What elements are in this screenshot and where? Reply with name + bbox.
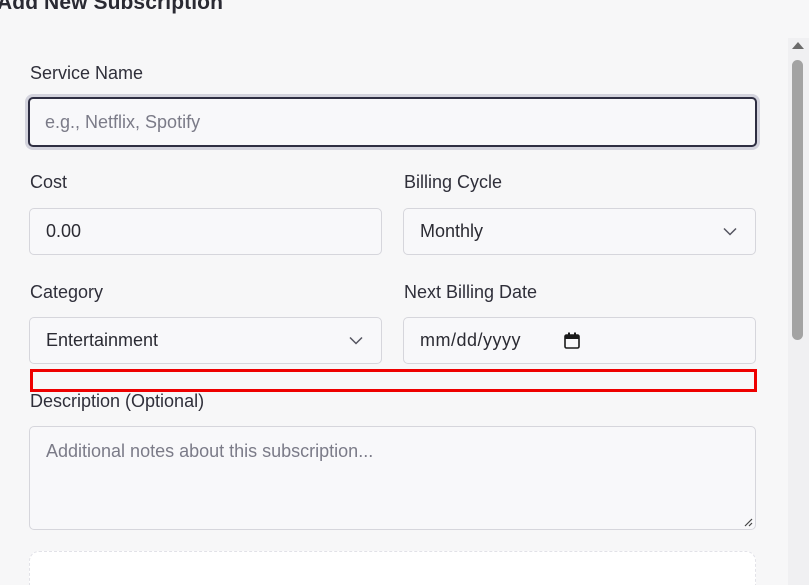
cost-label: Cost [30, 172, 68, 192]
next-billing-date-input[interactable]: mm/dd/yyyy [403, 317, 756, 364]
service-name-label: Service Name [30, 63, 144, 83]
calendar-icon[interactable] [564, 332, 580, 349]
category-selected: Entertainment [46, 330, 159, 350]
cost-value: 0.00 [46, 221, 82, 241]
resize-grip-icon[interactable] [743, 517, 753, 527]
billing-cycle-label: Billing Cycle [404, 172, 503, 192]
chevron-down-icon [349, 336, 363, 345]
add-subscription-dialog: Add New Subscription Service Name e.g., … [0, 0, 809, 585]
service-name-input[interactable]: e.g., Netflix, Spotify [28, 97, 757, 147]
cost-input[interactable]: 0.00 [29, 208, 382, 255]
category-label: Category [30, 282, 104, 302]
description-label: Description (Optional) [30, 391, 205, 411]
scroll-up-arrow-icon[interactable] [792, 42, 804, 49]
dialog-title: Add New Subscription [0, 0, 224, 14]
service-name-placeholder: e.g., Netflix, Spotify [45, 111, 201, 132]
dashed-card [29, 551, 756, 585]
chevron-down-icon [723, 227, 737, 236]
description-textarea[interactable]: Additional notes about this subscription… [29, 426, 756, 530]
next-billing-date-value: mm/dd/yyyy [420, 330, 522, 350]
next-billing-date-label: Next Billing Date [404, 282, 538, 302]
scrollbar-thumb[interactable] [792, 60, 803, 340]
description-placeholder: Additional notes about this subscription… [46, 441, 374, 461]
highlight-box [30, 369, 757, 392]
billing-cycle-select[interactable]: Monthly [403, 208, 756, 255]
billing-cycle-selected: Monthly [420, 221, 484, 241]
category-select[interactable]: Entertainment [29, 317, 382, 364]
